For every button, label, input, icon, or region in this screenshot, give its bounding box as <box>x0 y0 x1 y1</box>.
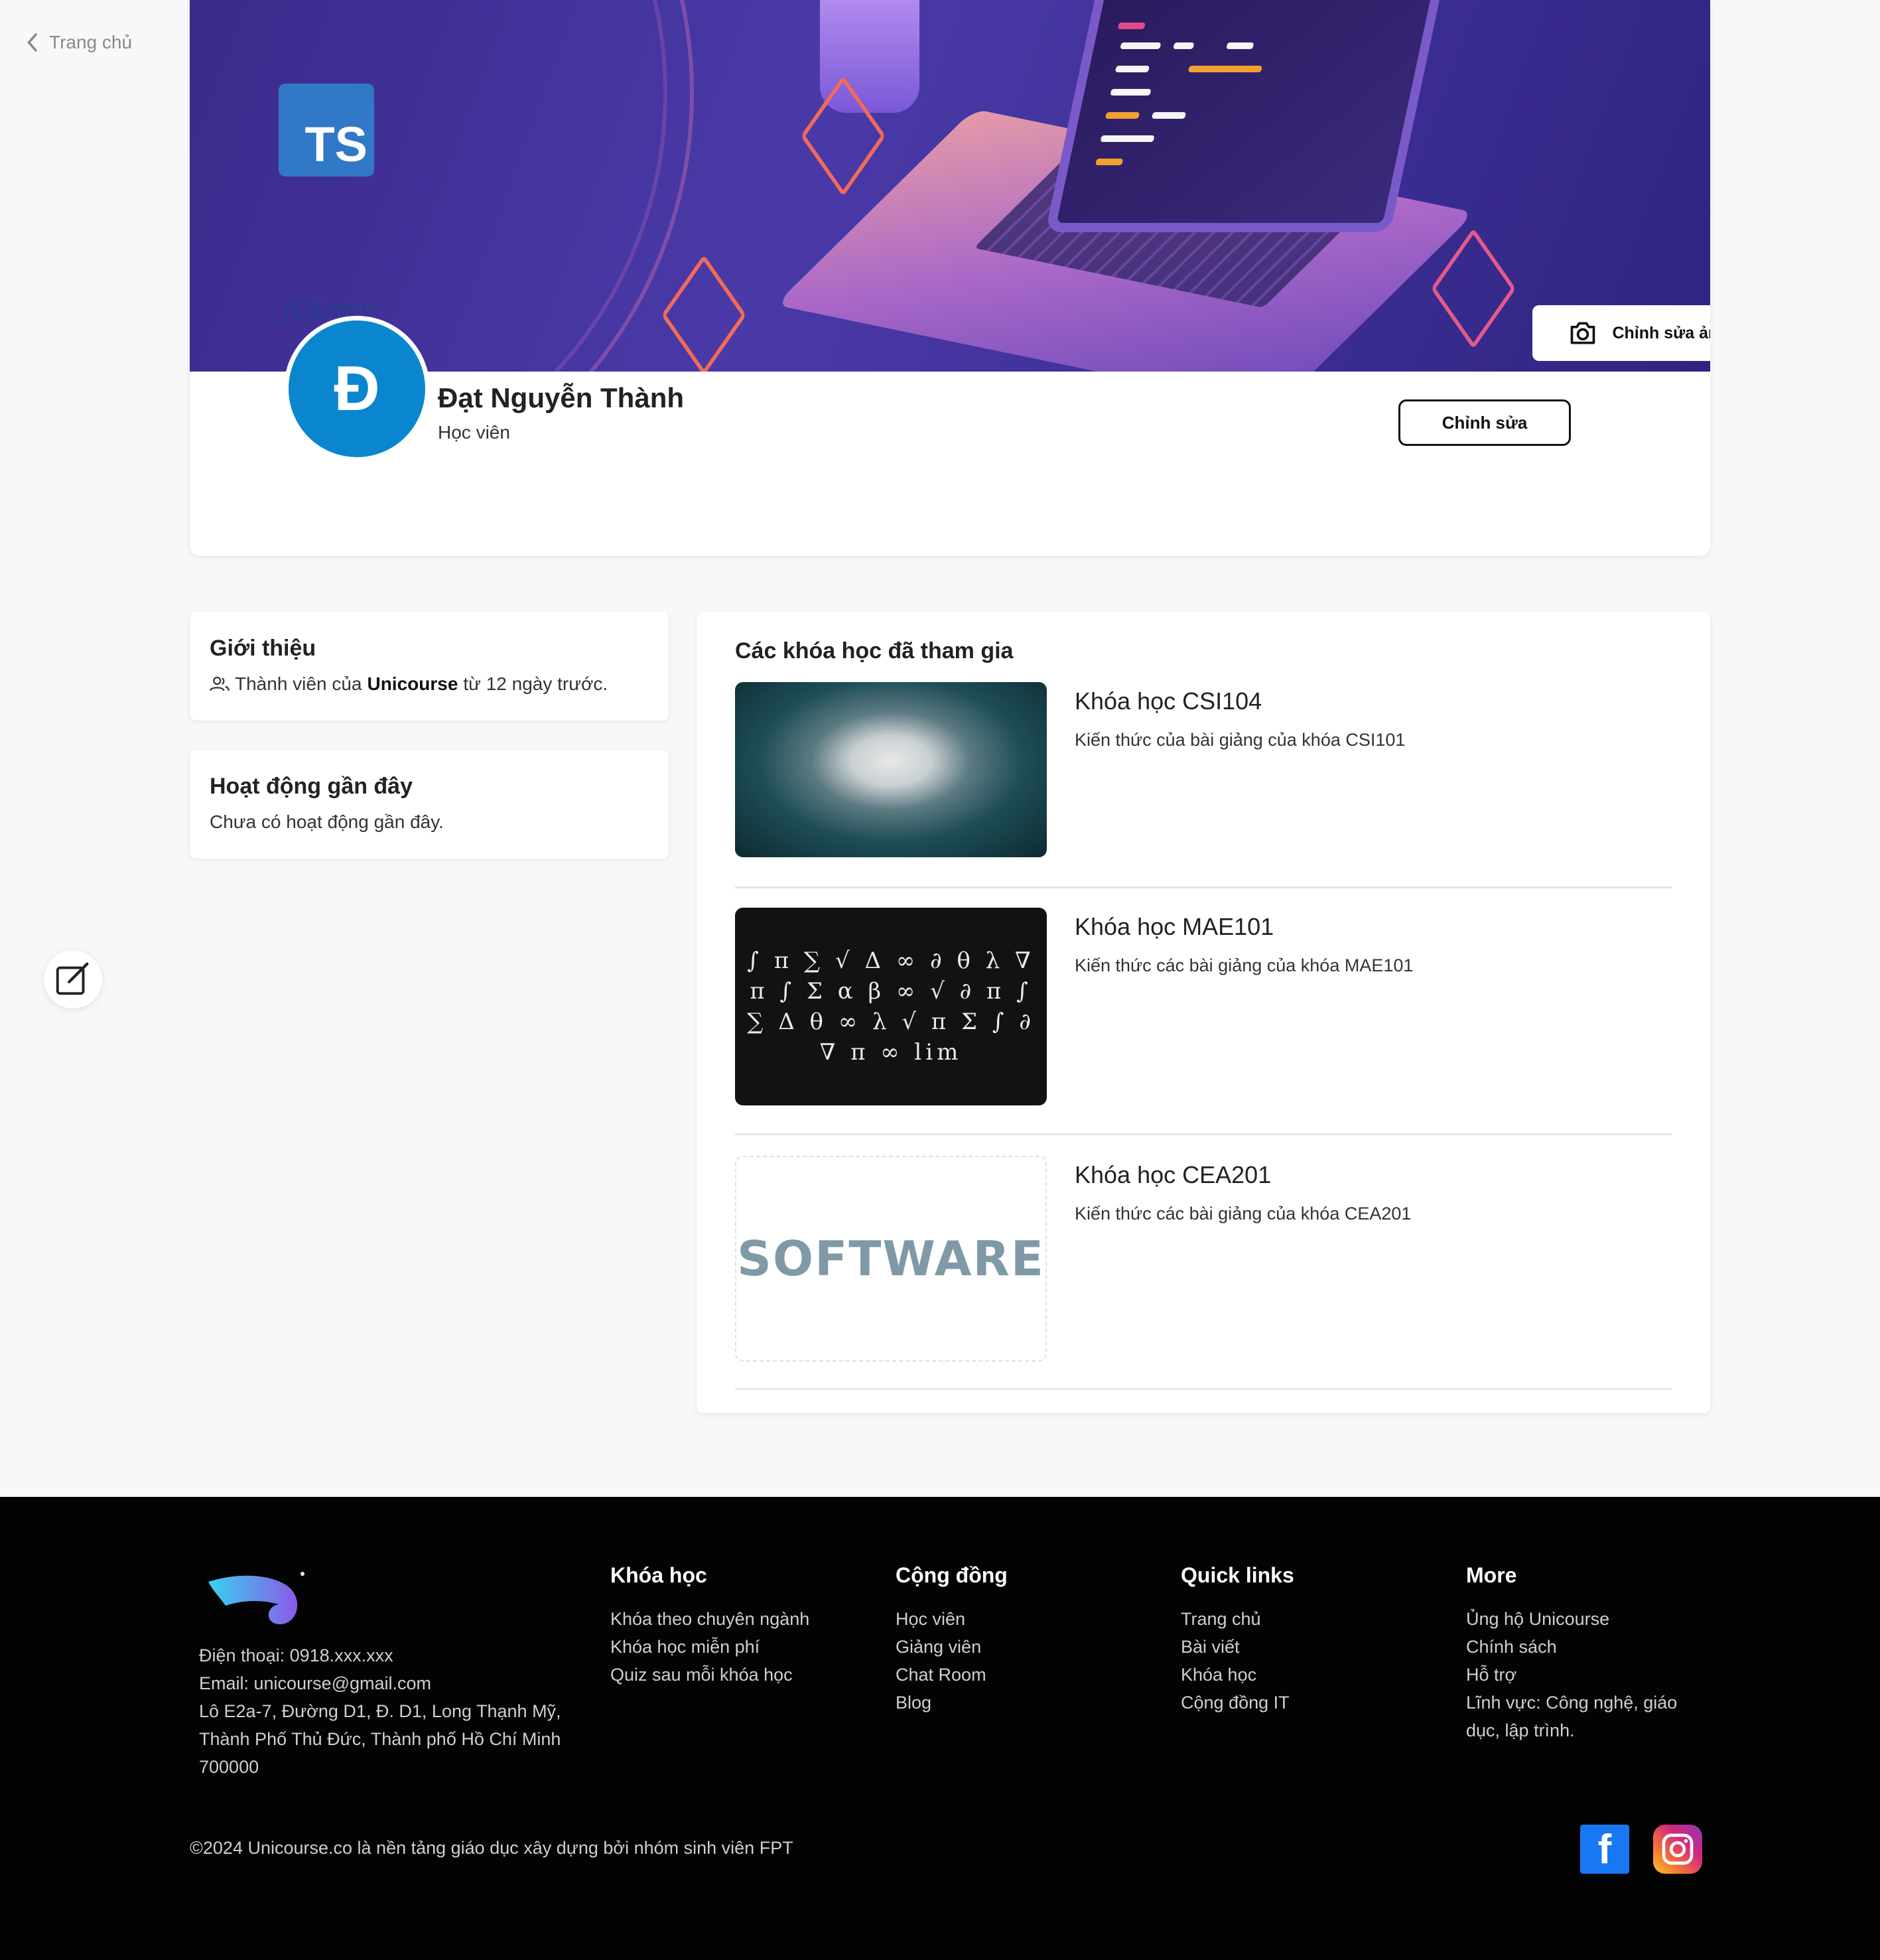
edit-cover-photo-label: Chỉnh sửa ảnh <box>1612 323 1710 342</box>
course-desc: Kiến thức các bài giảng của khóa MAE101 <box>1075 955 1414 975</box>
avatar[interactable]: Đ <box>284 316 430 462</box>
footer-link[interactable]: Giảng viên <box>896 1633 1008 1661</box>
intro-text-before: Thành viên của <box>235 673 362 694</box>
course-name: Khóa học MAE101 <box>1075 913 1274 940</box>
footer-address: Lô E2a-7, Đường D1, Đ. D1, Long Thạnh Mỹ… <box>199 1701 561 1777</box>
footer-col-title: Khóa học <box>610 1563 707 1587</box>
footer-link[interactable]: Trang chủ <box>1181 1605 1294 1633</box>
course-name: Khóa học CSI104 <box>1075 687 1262 715</box>
footer-link[interactable]: Chính sách <box>1466 1633 1705 1661</box>
course-item[interactable]: Khóa học CSI104 Kiến thức của bài giảng … <box>735 682 1672 857</box>
footer: Điện thoại: 0918.xxx.xxx Email: unicours… <box>0 1497 1880 1960</box>
profile-card: TS jQuery Chỉnh sửa ảnh <box>190 0 1710 556</box>
footer-col-courses: Khóa học Khóa theo chuyên ngành Khóa học… <box>610 1563 809 1689</box>
activity-title: Hoạt động gần đây <box>210 774 413 799</box>
footer-col-quick-links: Quick links Trang chủ Bài viết Khóa học … <box>1181 1563 1294 1716</box>
intro-card: Giới thiệu Thành viên của Unicourse từ 1… <box>190 612 669 721</box>
intro-text: Thành viên của Unicourse từ 12 ngày trướ… <box>210 673 649 695</box>
course-image-cloud <box>735 682 1047 857</box>
footer-link[interactable]: Học viên <box>896 1605 1008 1633</box>
intro-brand: Unicourse <box>367 673 458 694</box>
edit-cover-photo-button[interactable]: Chỉnh sửa ảnh <box>1532 305 1710 361</box>
footer-col-more: More Ủng hộ Unicourse Chính sách Hỗ trợ … <box>1466 1563 1705 1744</box>
back-home-label: Trang chủ <box>49 32 133 52</box>
intro-title: Giới thiệu <box>210 636 316 661</box>
user-role: Học viên <box>438 422 510 443</box>
course-divider <box>735 1133 1672 1135</box>
intro-text-after: từ 12 ngày trước. <box>463 673 608 694</box>
activity-card: Hoạt động gần đây Chưa có hoạt động gần … <box>190 750 669 859</box>
footer-phone: Điện thoại: 0918.xxx.xxx <box>199 1645 393 1665</box>
footer-col-title: More <box>1466 1563 1517 1587</box>
footer-link[interactable]: Ủng hộ Unicourse <box>1466 1605 1705 1633</box>
typescript-logo: TS <box>279 84 374 176</box>
course-desc: Kiến thức của bài giảng của khóa CSI101 <box>1075 730 1406 750</box>
back-home-link[interactable]: Trang chủ <box>24 32 132 53</box>
footer-col-title: Quick links <box>1181 1563 1294 1587</box>
footer-link[interactable]: Khóa học <box>1181 1661 1294 1689</box>
course-divider <box>735 1388 1672 1390</box>
instagram-icon[interactable] <box>1653 1825 1702 1874</box>
course-image-software: SOFTWARE <box>735 1156 1047 1362</box>
footer-link[interactable]: Hỗ trợ <box>1466 1661 1705 1689</box>
footer-col-title: Cộng đồng <box>896 1563 1008 1587</box>
course-item[interactable]: SOFTWARE Khóa học CEA201 Kiến thức các b… <box>735 1156 1672 1364</box>
edit-profile-button[interactable]: Chỉnh sửa <box>1398 399 1571 446</box>
edit-note-icon <box>56 962 89 995</box>
chevron-left-icon <box>27 33 37 52</box>
footer-link[interactable]: Blog <box>896 1689 1008 1716</box>
footer-copyright: ©2024 Unicourse.co là nền tảng giáo dục … <box>190 1838 793 1858</box>
footer-email: Email: unicourse@gmail.com <box>199 1673 432 1693</box>
footer-link[interactable]: Lĩnh vực: Công nghệ, giáo dục, lập trình… <box>1466 1689 1705 1744</box>
footer-link[interactable]: Chat Room <box>896 1661 1008 1689</box>
courses-title: Các khóa học đã tham gia <box>735 638 1014 664</box>
course-name: Khóa học CEA201 <box>1075 1161 1272 1188</box>
course-divider <box>735 886 1672 888</box>
footer-contact: Điện thoại: 0918.xxx.xxx Email: unicours… <box>199 1642 571 1781</box>
footer-link[interactable]: Bài viết <box>1181 1633 1294 1661</box>
activity-text: Chưa có hoạt động gần đây. <box>210 811 444 832</box>
courses-card: Các khóa học đã tham gia Khóa học CSI104… <box>697 612 1710 1413</box>
course-item[interactable]: ∫ π ∑ √ Δ ∞ ∂ θ λ ∇ π ∫ Σ α β ∞ √ ∂ π ∫ … <box>735 908 1672 1107</box>
write-post-button[interactable] <box>44 950 102 1009</box>
unicourse-logo <box>208 1572 304 1625</box>
course-desc: Kiến thức các bài giảng của khóa CEA201 <box>1075 1204 1412 1224</box>
users-icon <box>210 676 230 691</box>
footer-link[interactable]: Cộng đồng IT <box>1181 1689 1294 1716</box>
footer-link[interactable]: Quiz sau mỗi khóa học <box>610 1661 809 1689</box>
user-name: Đạt Nguyễn Thành <box>438 382 685 413</box>
camera-icon <box>1571 322 1595 344</box>
footer-col-community: Cộng đồng Học viên Giảng viên Chat Room … <box>896 1563 1008 1716</box>
course-image-math: ∫ π ∑ √ Δ ∞ ∂ θ λ ∇ π ∫ Σ α β ∞ √ ∂ π ∫ … <box>735 908 1047 1105</box>
facebook-icon[interactable]: f <box>1580 1825 1629 1874</box>
footer-link[interactable]: Khóa học miễn phí <box>610 1633 809 1661</box>
footer-link[interactable]: Khóa theo chuyên ngành <box>610 1605 809 1633</box>
cover-image: TS jQuery Chỉnh sửa ảnh <box>190 0 1710 372</box>
